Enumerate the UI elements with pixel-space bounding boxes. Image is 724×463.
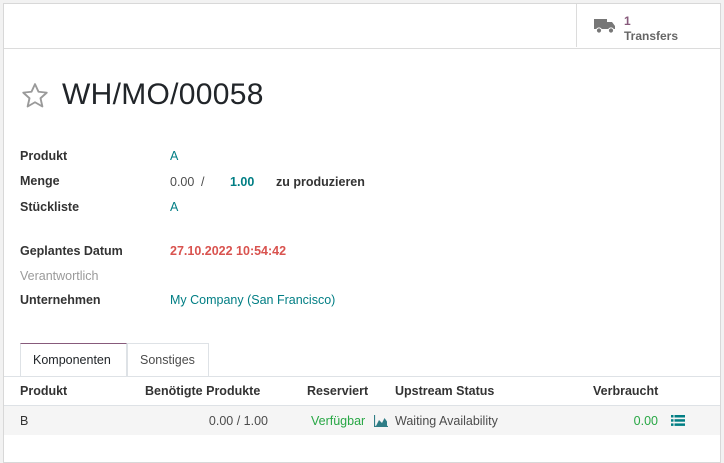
quantity-produced: 0.00 <box>170 175 195 189</box>
row-consumed: 0.00 <box>633 414 658 428</box>
transfers-label: Transfers <box>624 29 679 43</box>
row-required: 0.00 / 1.00 <box>208 414 268 428</box>
planned-date-value[interactable]: 27.10.2022 10:54:42 <box>170 244 286 258</box>
transfers-smart-button[interactable]: 1 Transfers <box>576 4 720 47</box>
button-box: 1 Transfers <box>4 4 720 49</box>
col-upstream-status[interactable]: Upstream Status <box>395 384 494 398</box>
product-value[interactable]: A <box>170 149 178 163</box>
planned-date-label: Geplantes Datum <box>20 244 123 258</box>
row-upstream-status: Waiting Availability <box>395 414 498 428</box>
company-value[interactable]: My Company (San Francisco) <box>170 293 335 307</box>
col-benoetigte-produkte[interactable]: Benötigte Produkte <box>145 384 260 398</box>
col-reserviert[interactable]: Reserviert <box>307 384 368 398</box>
transfers-count: 1 <box>624 14 631 28</box>
product-label: Produkt <box>20 149 68 163</box>
row-product: B <box>20 414 29 428</box>
table-header: Produkt Benötigte Produkte Reserviert Up… <box>4 377 720 406</box>
quantity-to-produce[interactable]: 1.00 <box>230 175 254 189</box>
bom-value[interactable]: A <box>170 200 178 214</box>
record-title: WH/MO/00058 <box>62 78 264 111</box>
quantity-separator: / <box>201 175 205 189</box>
row-reserved: Verfügbar <box>311 414 366 428</box>
tab-sonstiges[interactable]: Sonstiges <box>127 343 209 376</box>
bom-label: Stückliste <box>20 200 80 214</box>
tab-komponenten[interactable]: Komponenten <box>20 343 127 377</box>
truck-icon <box>594 19 615 34</box>
col-produkt[interactable]: Produkt <box>20 384 67 398</box>
list-icon[interactable] <box>671 415 685 426</box>
quantity-suffix: zu produzieren <box>276 175 365 189</box>
table-row[interactable]: B 0.00 / 1.00 Verfügbar Waiting Availabi… <box>4 406 720 435</box>
area-chart-icon[interactable] <box>374 415 388 427</box>
form-sheet: 1 Transfers WH/MO/00058 Produkt A Menge … <box>3 3 721 463</box>
company-label: Unternehmen <box>20 293 101 307</box>
star-outline-icon[interactable] <box>19 81 51 111</box>
responsible-label: Verantwortlich <box>20 269 99 283</box>
quantity-label: Menge <box>20 174 60 188</box>
col-verbraucht[interactable]: Verbraucht <box>593 384 658 398</box>
